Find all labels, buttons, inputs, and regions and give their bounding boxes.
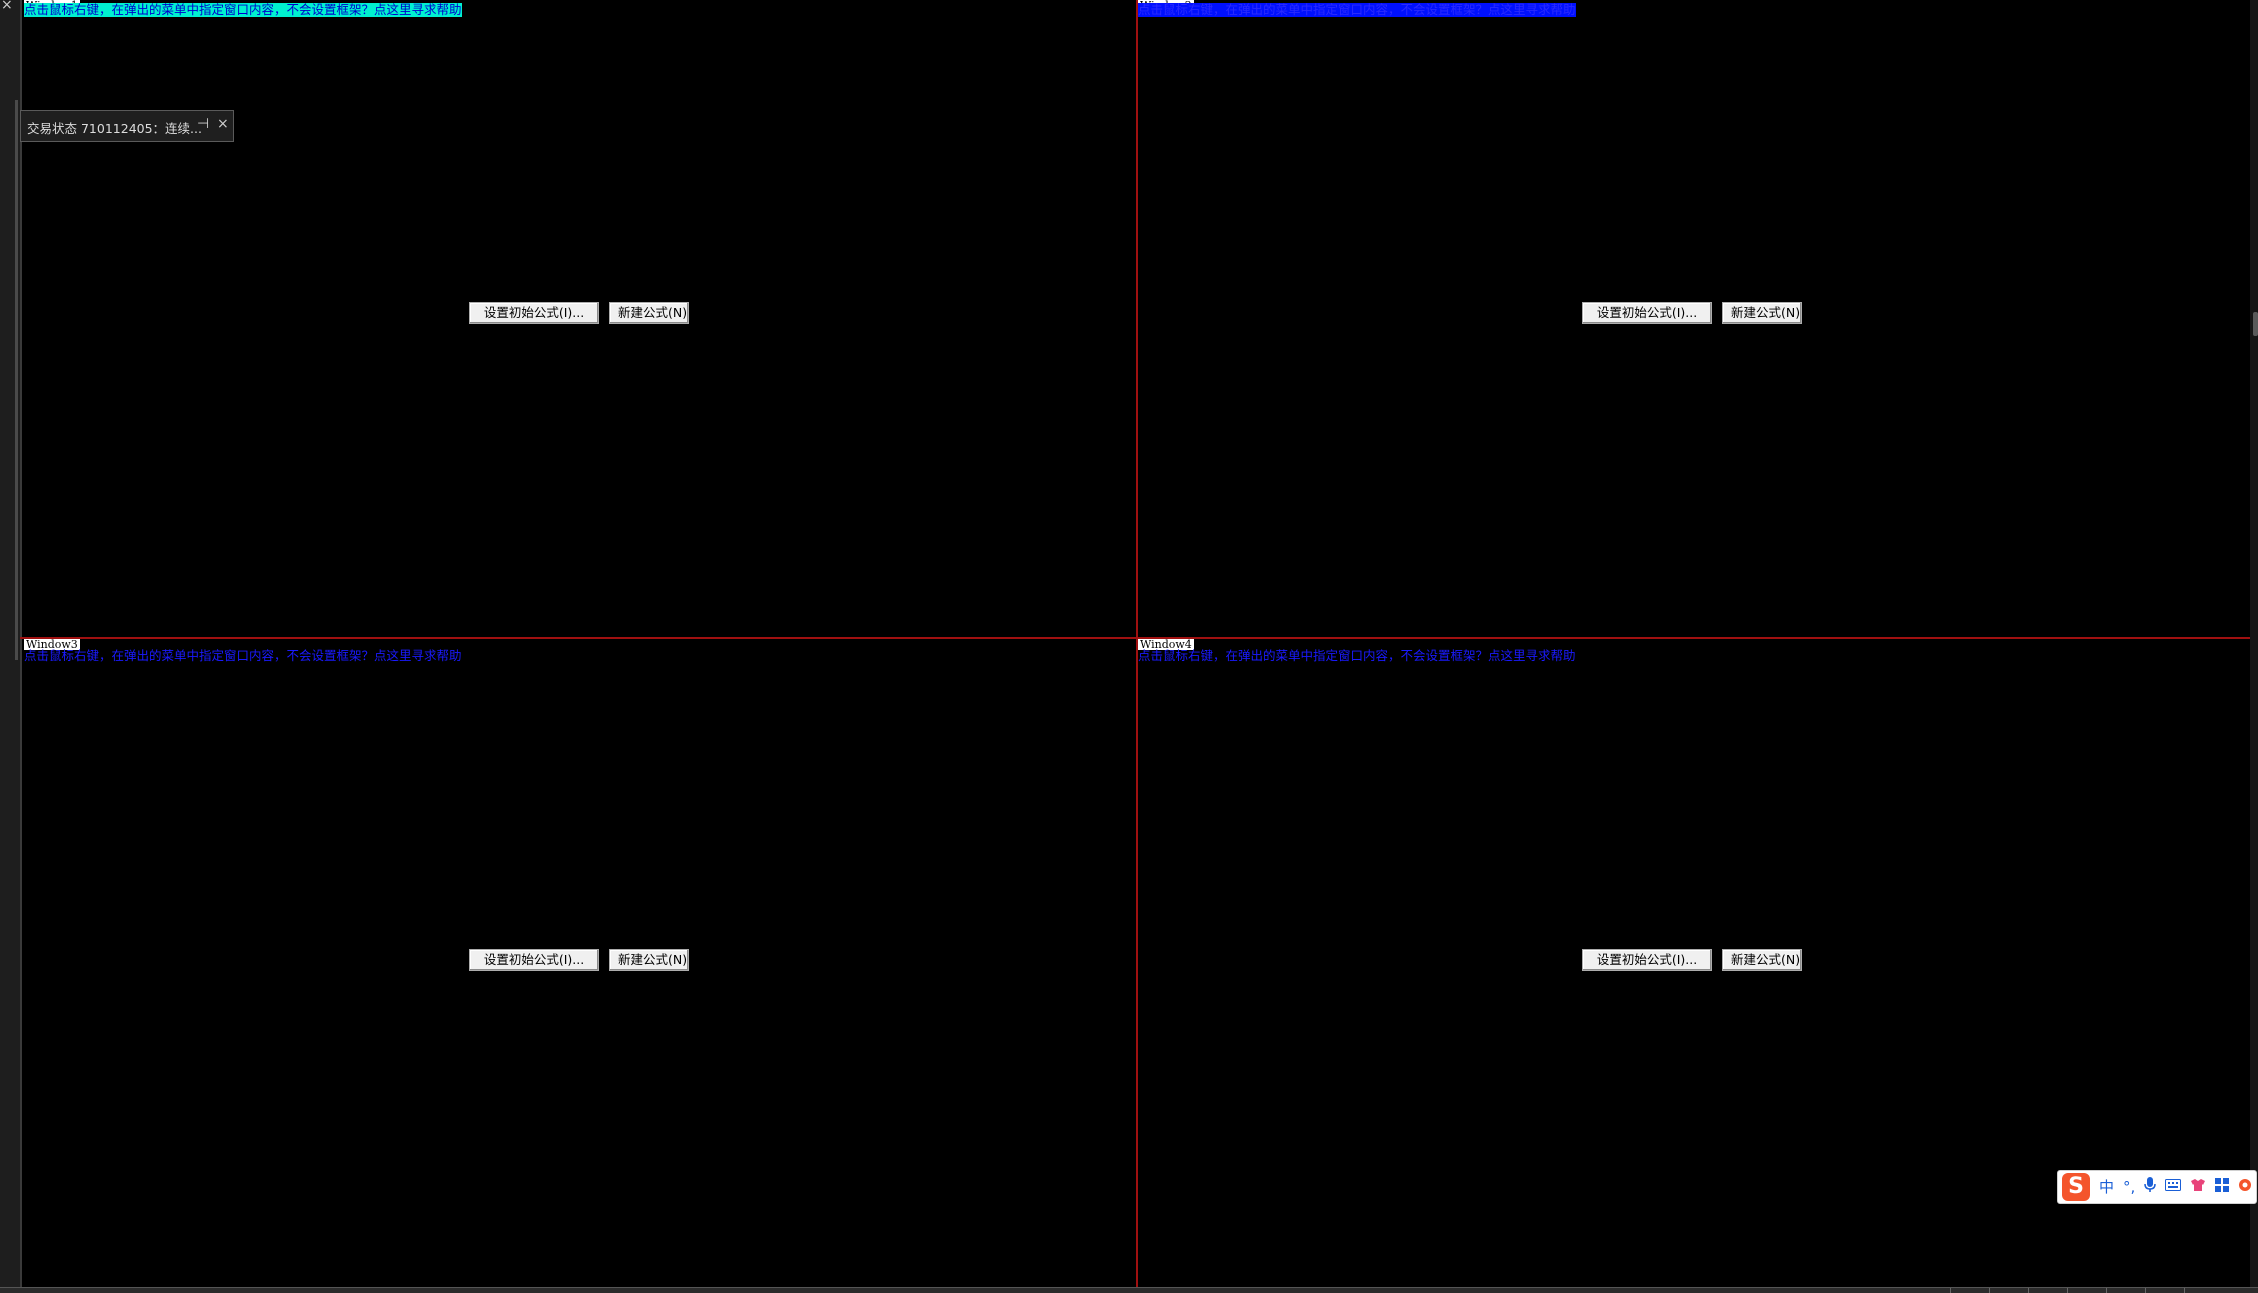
right-strip: [2250, 0, 2258, 1293]
set-initial-formula-button[interactable]: 设置初始公式(I)...: [1582, 949, 1712, 971]
window3-pane[interactable]: Window3 点击鼠标右键，在弹出的菜单中指定窗口内容，不会设置框架？点这里寻…: [20, 639, 1136, 1287]
left-splitter[interactable]: [15, 100, 18, 660]
vertical-splitter[interactable]: [1136, 0, 1138, 1287]
new-formula-button[interactable]: 新建公式(N): [1722, 302, 1802, 324]
new-formula-button[interactable]: 新建公式(N): [609, 302, 689, 324]
help-hint-link[interactable]: 点击鼠标右键，在弹出的菜单中指定窗口内容，不会设置框架？点这里寻求帮助: [1138, 649, 1576, 663]
ime-toolbar[interactable]: S 中 °,: [2057, 1170, 2257, 1204]
close-icon[interactable]: ×: [1, 0, 13, 12]
pin-icon[interactable]: ⊣: [197, 116, 209, 132]
help-hint-link[interactable]: 点击鼠标右键，在弹出的菜单中指定窗口内容，不会设置框架？点这里寻求帮助: [24, 649, 462, 663]
skin-icon[interactable]: [2190, 1177, 2206, 1197]
window1-pane[interactable]: Window1 点击鼠标右键，在弹出的菜单中指定窗口内容，不会设置框架？点这里寻…: [20, 0, 1136, 637]
right-scroll-handle[interactable]: [2253, 312, 2258, 336]
tool-icon[interactable]: [2238, 1177, 2252, 1197]
keyboard-icon[interactable]: [2165, 1177, 2182, 1197]
help-hint-link[interactable]: 点击鼠标右键，在弹出的菜单中指定窗口内容，不会设置框架？点这里寻求帮助: [24, 3, 462, 17]
window2-pane[interactable]: Window2 点击鼠标右键，在弹出的菜单中指定窗口内容，不会设置框架？点这里寻…: [1138, 0, 2250, 637]
ime-punctuation-toggle[interactable]: °,: [2123, 1177, 2135, 1197]
set-initial-formula-button[interactable]: 设置初始公式(I)...: [1582, 302, 1712, 324]
sogou-logo-icon[interactable]: S: [2062, 1173, 2090, 1201]
mic-icon[interactable]: [2144, 1176, 2157, 1198]
status-bar: [0, 1287, 2258, 1293]
ime-mode-toggle[interactable]: 中: [2099, 1177, 2114, 1197]
trade-status-popup[interactable]: 交易状态 710112405：连续... ⊣ ×: [20, 110, 234, 142]
grid-icon[interactable]: [2215, 1177, 2230, 1197]
left-strip: ×: [0, 0, 22, 1293]
app-window: × Window1 点击鼠标右键，在弹出的菜单中指定窗口内容，不会设置框架？点这…: [0, 0, 2258, 1293]
trade-status-label: 交易状态 710112405：连续...: [27, 121, 202, 136]
horizontal-splitter[interactable]: [20, 637, 2250, 639]
help-hint-link[interactable]: 点击鼠标右键，在弹出的菜单中指定窗口内容，不会设置框架？点这里寻求帮助: [1138, 3, 1576, 17]
new-formula-button[interactable]: 新建公式(N): [1722, 949, 1802, 971]
set-initial-formula-button[interactable]: 设置初始公式(I)...: [469, 949, 599, 971]
set-initial-formula-button[interactable]: 设置初始公式(I)...: [469, 302, 599, 324]
close-icon[interactable]: ×: [217, 116, 229, 132]
status-bar-separators: [1950, 1288, 2250, 1293]
new-formula-button[interactable]: 新建公式(N): [609, 949, 689, 971]
